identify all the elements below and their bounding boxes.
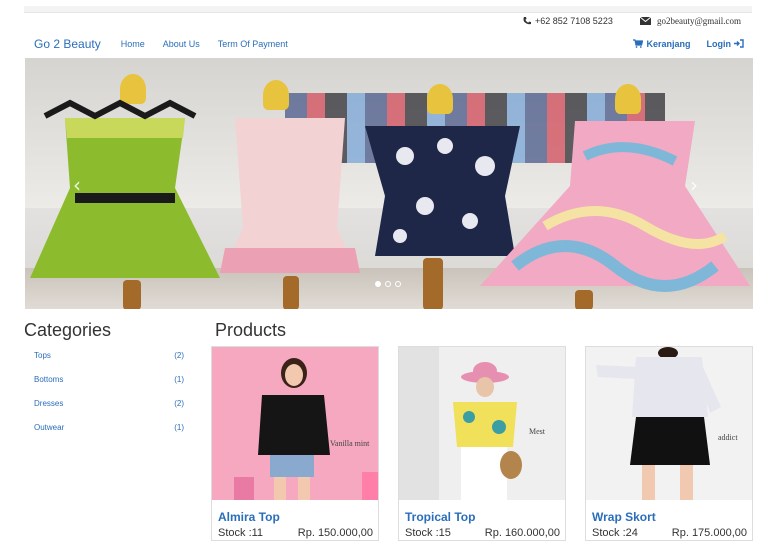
product-meta: Stock :24 Rp. 175.000,00 (592, 527, 747, 539)
nav-about-us[interactable]: About Us (163, 39, 200, 49)
product-watermark: Mest (529, 427, 545, 436)
categories-heading: Categories (24, 320, 112, 340)
category-count: (1) (174, 375, 184, 384)
product-stock: Stock :11 (218, 527, 264, 539)
category-item-dresses[interactable]: Dresses (2) (34, 399, 184, 423)
phone-icon (522, 16, 532, 26)
product-card-almira-top[interactable]: Vanilla mint Almira Top Stock :11 Rp. 15… (211, 346, 379, 541)
nav-home[interactable]: Home (121, 39, 145, 49)
category-item-outwear[interactable]: Outwear (1) (34, 423, 184, 447)
nav-actions: Keranjang Login (633, 38, 745, 50)
sign-in-icon (734, 38, 744, 50)
category-name: Tops (34, 351, 51, 360)
product-image[interactable]: addict (586, 347, 752, 500)
category-count: (2) (174, 351, 184, 360)
product-price: Rp. 150.000,00 (297, 527, 373, 539)
product-name[interactable]: Tropical Top (405, 510, 475, 524)
product-watermark: Vanilla mint (330, 439, 370, 448)
category-item-bottoms[interactable]: Bottoms (1) (34, 375, 184, 399)
phone-number: +62 852 7108 5223 (535, 16, 613, 26)
product-watermark: addict (718, 433, 738, 442)
hero-carousel[interactable]: ‹ › (25, 58, 753, 309)
login-label: Login (706, 39, 732, 49)
login-link[interactable]: Login (706, 38, 745, 50)
product-price: Rp. 175.000,00 (671, 527, 747, 539)
product-image[interactable]: Mest (399, 347, 565, 500)
product-meta: Stock :11 Rp. 150.000,00 (218, 527, 373, 539)
carousel-next-icon[interactable]: › (690, 173, 698, 197)
category-count: (2) (174, 399, 184, 408)
carousel-dot-1[interactable] (375, 281, 381, 287)
brand-logo[interactable]: Go 2 Beauty (34, 37, 101, 51)
contact-bar: +62 852 7108 5223 go2beauty@gmail.com (0, 14, 766, 32)
carousel-prev-icon[interactable]: ‹ (73, 173, 81, 197)
nav-term-of-payment[interactable]: Term Of Payment (218, 39, 288, 49)
cart-link[interactable]: Keranjang (633, 38, 691, 50)
carousel-indicators (375, 281, 401, 287)
product-name[interactable]: Wrap Skort (592, 510, 656, 524)
email-address: go2beauty@gmail.com (657, 16, 742, 26)
product-meta: Stock :15 Rp. 160.000,00 (405, 527, 560, 539)
product-price: Rp. 160.000,00 (484, 527, 560, 539)
category-name: Bottoms (34, 375, 64, 384)
envelope-icon (640, 17, 651, 25)
contact-phone: +62 852 7108 5223 (522, 16, 613, 26)
carousel-dot-2[interactable] (385, 281, 391, 287)
product-name[interactable]: Almira Top (218, 510, 280, 524)
shopping-cart-icon (633, 38, 644, 50)
category-item-tops[interactable]: Tops (2) (34, 351, 184, 375)
top-strip (24, 6, 752, 13)
cart-label: Keranjang (646, 39, 691, 49)
category-name: Dresses (34, 399, 64, 408)
product-card-wrap-skort[interactable]: addict Wrap Skort Stock :24 Rp. 175.000,… (585, 346, 753, 541)
contact-email: go2beauty@gmail.com (640, 16, 741, 26)
carousel-dot-3[interactable] (395, 281, 401, 287)
products-heading: Products (215, 320, 287, 340)
category-count: (1) (174, 423, 184, 432)
product-stock: Stock :24 (592, 527, 638, 539)
product-stock: Stock :15 (405, 527, 451, 539)
product-image[interactable]: Vanilla mint (212, 347, 378, 500)
main-navbar: Go 2 Beauty Home About Us Term Of Paymen… (24, 33, 752, 55)
category-list: Tops (2) Bottoms (1) Dresses (2) Outwear… (34, 351, 184, 447)
product-card-tropical-top[interactable]: Mest Tropical Top Stock :15 Rp. 160.000,… (398, 346, 566, 541)
category-name: Outwear (34, 423, 65, 432)
